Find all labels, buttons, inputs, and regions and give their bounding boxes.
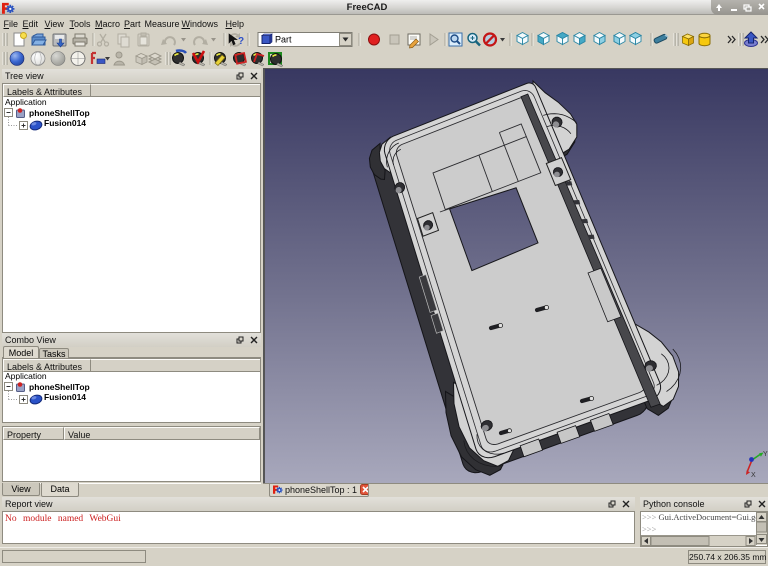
svg-text:X: X [751,472,756,479]
svg-text:Y: Y [763,451,768,458]
svg-text:Part: Part [275,35,292,45]
svg-text:?: ? [238,36,244,47]
